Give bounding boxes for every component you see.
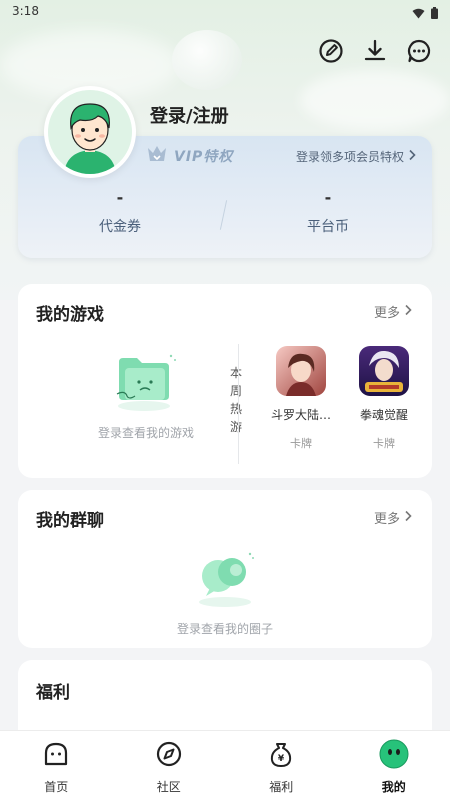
tab-welfare[interactable]: ¥ 福利	[225, 731, 338, 800]
chevron-right-icon	[408, 149, 416, 164]
hot-game-name: 斗罗大陆…	[270, 408, 331, 422]
chevron-right-icon	[404, 510, 412, 526]
edit-icon[interactable]	[318, 38, 344, 64]
chevron-right-icon	[404, 304, 412, 320]
tab-welfare-label: 福利	[269, 780, 294, 794]
vip-badge-text: VIP特权	[174, 149, 234, 165]
tab-community-label: 社区	[156, 780, 181, 794]
welfare-title: 福利	[36, 683, 70, 703]
my-games-more-link[interactable]: 更多	[374, 302, 412, 321]
voucher-value: -	[116, 188, 124, 207]
my-games-empty-text: 登录查看我的游戏	[97, 426, 194, 440]
money-bag-icon: ¥	[266, 739, 296, 769]
empty-chat-bubbles-icon	[199, 552, 254, 607]
hot-game-item[interactable]: 拳魂觉醒 卡牌	[344, 346, 424, 451]
tab-home[interactable]: 首页	[0, 731, 113, 800]
my-groups-empty-text: 登录查看我的圈子	[176, 622, 273, 636]
avatar-illustration	[48, 90, 132, 174]
voucher-label: 代金券	[99, 219, 141, 235]
hot-game-name: 拳魂觉醒	[359, 408, 408, 422]
hot-game-item[interactable]: 斗罗大陆… 卡牌	[261, 346, 341, 451]
voucher-stat[interactable]: - 代金券	[40, 188, 200, 236]
my-groups-title: 我的群聊	[36, 511, 104, 531]
tab-community[interactable]: 社区	[113, 731, 226, 800]
svg-text:¥: ¥	[278, 754, 285, 764]
platform-coin-label: 平台币	[307, 219, 349, 235]
tab-me[interactable]: 我的	[338, 731, 450, 800]
my-groups-more-link[interactable]: 更多	[374, 508, 412, 527]
download-icon[interactable]	[362, 38, 388, 64]
my-groups-card: 我的群聊 更多 登录查看我的圈子	[18, 490, 432, 648]
wifi-icon	[412, 4, 425, 23]
platform-coin-value: -	[324, 188, 332, 207]
weekly-hot-divider	[238, 344, 239, 464]
tab-me-label: 我的	[381, 780, 406, 794]
battery-icon	[431, 4, 438, 23]
my-games-more-label: 更多	[373, 306, 400, 321]
hot-game-tag: 卡牌	[373, 437, 395, 450]
message-icon[interactable]	[406, 38, 432, 64]
weekly-hot-label: 本 周 热 游	[229, 366, 242, 434]
login-register-link[interactable]: 登录/注册	[150, 102, 229, 128]
compass-icon	[154, 739, 184, 769]
vip-crown-icon	[146, 144, 168, 168]
empty-folder-icon	[116, 354, 176, 411]
tab-home-label: 首页	[44, 780, 69, 794]
hot-game-tag: 卡牌	[290, 437, 312, 450]
game-icon-douluo	[276, 346, 326, 396]
status-time: 3:18	[12, 4, 39, 18]
me-icon	[379, 739, 409, 769]
vip-badge: VIP特权	[146, 144, 233, 168]
my-groups-more-label: 更多	[373, 512, 400, 527]
bottom-tab-bar: 首页 社区 ¥ 福利 我的	[0, 730, 450, 800]
status-bar: 3:18	[0, 0, 450, 22]
vip-link-text: 登录领多项会员特权	[295, 150, 404, 164]
my-games-title: 我的游戏	[36, 305, 104, 325]
my-games-empty[interactable]: 登录查看我的游戏	[66, 350, 226, 441]
vip-privilege-link[interactable]: 登录领多项会员特权	[296, 148, 416, 165]
avatar[interactable]	[44, 86, 136, 178]
my-groups-empty[interactable]: 登录查看我的圈子	[145, 548, 305, 637]
home-icon	[41, 739, 71, 769]
platform-coin-stat[interactable]: - 平台币	[248, 188, 408, 236]
my-games-card: 我的游戏 更多 登录查看我的游戏 本 周 热 游 斗罗大陆… 卡牌 拳魂觉醒 卡…	[18, 284, 432, 478]
game-icon-quanhun	[359, 346, 409, 396]
header-actions	[318, 38, 432, 64]
vip-divider	[219, 200, 228, 230]
